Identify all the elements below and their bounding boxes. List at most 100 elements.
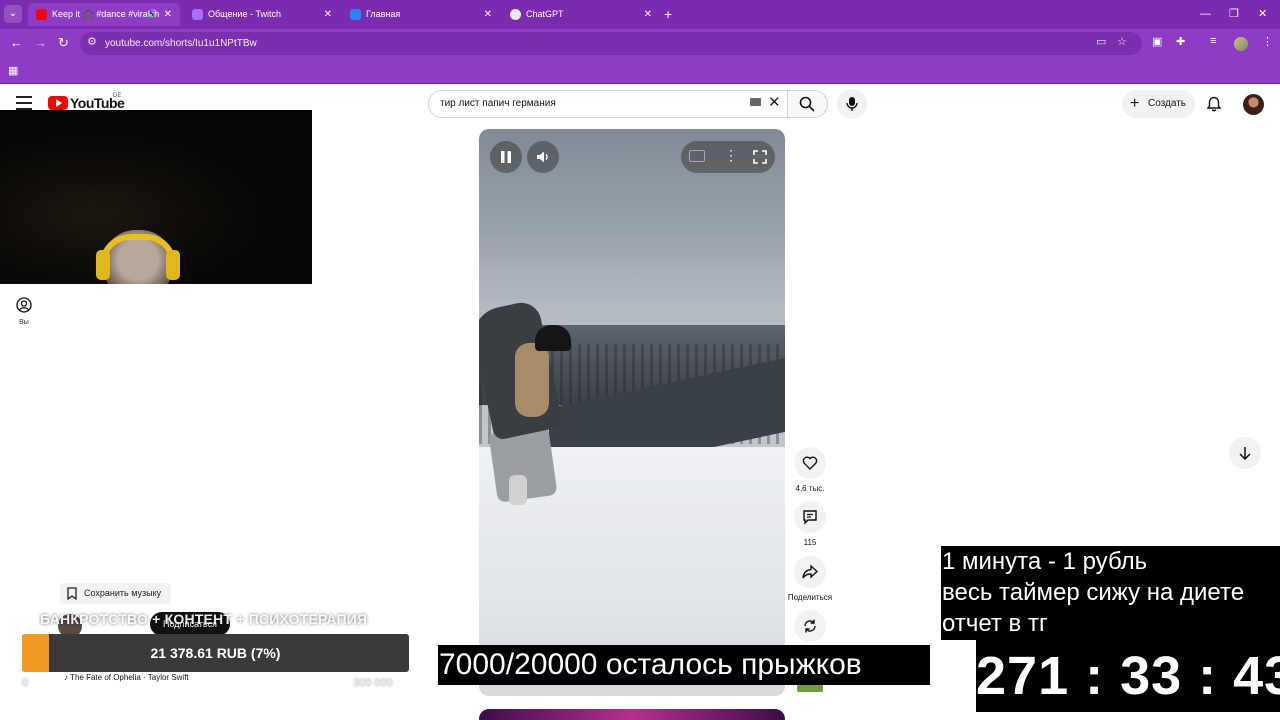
search-icon bbox=[799, 96, 815, 112]
next-short-preview[interactable] bbox=[479, 709, 785, 720]
address-bar-row: ← → ↻ ⚙ youtube.com/shorts/Iu1u1NPtTBw ▭… bbox=[0, 29, 1280, 58]
fullscreen-icon[interactable] bbox=[753, 150, 767, 164]
comment-icon bbox=[803, 510, 817, 525]
vk-favicon-icon bbox=[350, 9, 361, 20]
next-video-button[interactable] bbox=[1229, 437, 1261, 469]
microphone-icon bbox=[846, 97, 858, 111]
timer-line: отчет в тг bbox=[942, 610, 1048, 637]
tab-youtube[interactable]: Keep it 🎧 #dance #viralsh 🔊 ✕ bbox=[28, 3, 180, 26]
twitch-favicon-icon bbox=[192, 9, 203, 20]
more-menu-icon[interactable]: ⋮ bbox=[1262, 35, 1273, 48]
close-window-icon[interactable]: ✕ bbox=[1258, 4, 1267, 24]
tab-twitch[interactable]: Общение - Twitch ✕ bbox=[184, 3, 340, 26]
heart-icon bbox=[802, 456, 818, 470]
countdown-timer: 271 : 33 : 43 bbox=[976, 640, 1280, 712]
share-button[interactable] bbox=[794, 556, 826, 588]
pause-icon bbox=[501, 151, 511, 163]
install-app-icon[interactable]: ▭ bbox=[1096, 35, 1106, 48]
bookmark-icon bbox=[67, 587, 77, 600]
bookmark-star-icon[interactable]: ☆ bbox=[1117, 35, 1127, 48]
tab-chatgpt[interactable]: ChatGPT ✕ bbox=[502, 3, 660, 26]
jumps-counter: 7000/20000 осталось прыжков bbox=[438, 645, 930, 685]
extension-icon[interactable]: ▣ bbox=[1152, 35, 1162, 48]
song-label: The Fate of Ophelia · Taylor Swift bbox=[70, 673, 189, 682]
search-query[interactable]: тир лист папич германия bbox=[440, 91, 556, 117]
keyboard-icon[interactable] bbox=[750, 98, 761, 106]
donation-min: 0 bbox=[22, 677, 29, 689]
webcam-overlay bbox=[0, 110, 312, 284]
minimize-icon[interactable]: — bbox=[1200, 4, 1211, 24]
omnibox[interactable]: ⚙ youtube.com/shorts/Iu1u1NPtTBw ▭ ☆ bbox=[80, 32, 1142, 55]
tab-label: Общение - Twitch bbox=[208, 9, 281, 19]
share-label: Поделиться bbox=[787, 593, 833, 602]
volume-icon bbox=[537, 151, 548, 163]
timer-line: весь таймер сижу на диете bbox=[942, 579, 1245, 606]
headphones-left bbox=[96, 250, 110, 280]
country-code: DE bbox=[113, 93, 122, 99]
tab-strip: ⌄ Keep it 🎧 #dance #viralsh 🔊 ✕ Общение … bbox=[0, 0, 1280, 29]
donation-max: 300 000 bbox=[353, 677, 393, 689]
plus-icon: + bbox=[1130, 95, 1140, 112]
video-person-hair bbox=[515, 343, 549, 417]
close-tab-icon[interactable]: ✕ bbox=[164, 3, 172, 26]
song-title[interactable]: ♪ The Fate of Ophelia · Taylor Swift bbox=[64, 673, 189, 682]
more-options-icon[interactable]: ⋮ bbox=[724, 147, 738, 164]
shorts-video-player[interactable]: ⋮ bbox=[479, 129, 785, 696]
create-button[interactable]: + Создать bbox=[1122, 90, 1195, 118]
voice-search-button[interactable] bbox=[837, 89, 867, 119]
back-icon[interactable]: ← bbox=[10, 34, 23, 52]
tab-vk[interactable]: Главная ✕ bbox=[342, 3, 500, 26]
chatgpt-favicon-icon bbox=[510, 9, 521, 20]
remix-button[interactable] bbox=[794, 610, 826, 642]
donation-amount: 21 378.61 RUB (7%) bbox=[150, 645, 281, 661]
restore-icon[interactable]: ❐ bbox=[1229, 4, 1239, 24]
close-tab-icon[interactable]: ✕ bbox=[644, 3, 652, 26]
sidebar-item-you-label[interactable]: Вы bbox=[10, 319, 38, 326]
headphones-right bbox=[166, 250, 180, 280]
menu-icon[interactable] bbox=[16, 96, 32, 110]
tab-search-icon[interactable]: ⌄ bbox=[4, 5, 22, 23]
pause-button[interactable] bbox=[490, 141, 522, 173]
save-music-label: Сохранить музыку bbox=[84, 588, 162, 598]
speaker-icon[interactable]: 🔊 bbox=[147, 3, 158, 26]
tab-label: ChatGPT bbox=[526, 9, 564, 19]
apps-grid-icon[interactable]: ▦ bbox=[8, 64, 18, 77]
profile-avatar[interactable] bbox=[1234, 37, 1248, 51]
tab-label: Keep it 🎧 #dance #viralsh bbox=[52, 9, 160, 19]
youtube-favicon-icon bbox=[36, 9, 47, 20]
bookmarks-bar: ▦ bbox=[0, 58, 1280, 84]
create-label: Создать bbox=[1148, 98, 1187, 109]
search-button[interactable] bbox=[788, 90, 828, 118]
account-avatar[interactable] bbox=[1243, 94, 1264, 115]
close-tab-icon[interactable]: ✕ bbox=[484, 3, 492, 26]
search-input[interactable]: тир лист папич германия ✕ bbox=[428, 90, 788, 118]
like-count: 4,6 тыс. bbox=[795, 484, 825, 493]
site-info-icon[interactable]: ⚙ bbox=[87, 35, 97, 48]
captions-icon[interactable] bbox=[689, 150, 705, 162]
donation-progress-bar: 21 378.61 RUB (7%) bbox=[22, 634, 409, 672]
volume-button[interactable] bbox=[527, 141, 559, 173]
url-text: youtube.com/shorts/Iu1u1NPtTBw bbox=[105, 38, 257, 49]
arrow-down-icon bbox=[1239, 447, 1251, 460]
close-tab-icon[interactable]: ✕ bbox=[324, 3, 332, 26]
reading-list-icon[interactable]: ≡ bbox=[1210, 35, 1216, 47]
forward-icon[interactable]: → bbox=[34, 34, 47, 52]
video-person-boot bbox=[509, 475, 527, 505]
new-tab-icon[interactable]: + bbox=[664, 4, 672, 24]
timer-line: 1 минута - 1 рубль bbox=[942, 548, 1148, 575]
clear-search-icon[interactable]: ✕ bbox=[768, 93, 781, 111]
video-person-hat bbox=[535, 325, 571, 351]
save-music-button[interactable]: Сохранить музыку bbox=[60, 583, 172, 604]
tab-label: Главная bbox=[366, 9, 401, 19]
bell-icon[interactable] bbox=[1206, 96, 1222, 117]
comment-count: 115 bbox=[803, 538, 817, 547]
stream-banner: БАНКРОТСТВО + КОНТЕНТ + ПСИХОТЕРАПИЯ bbox=[40, 611, 368, 627]
youtube-logo-icon[interactable] bbox=[48, 96, 68, 110]
like-button[interactable] bbox=[794, 447, 826, 479]
you-icon[interactable] bbox=[16, 297, 32, 318]
remix-icon bbox=[804, 619, 816, 633]
extensions-puzzle-icon[interactable]: ✚ bbox=[1176, 35, 1185, 48]
reload-icon[interactable]: ↻ bbox=[58, 34, 69, 52]
share-icon bbox=[802, 564, 818, 579]
comments-button[interactable] bbox=[794, 501, 826, 533]
